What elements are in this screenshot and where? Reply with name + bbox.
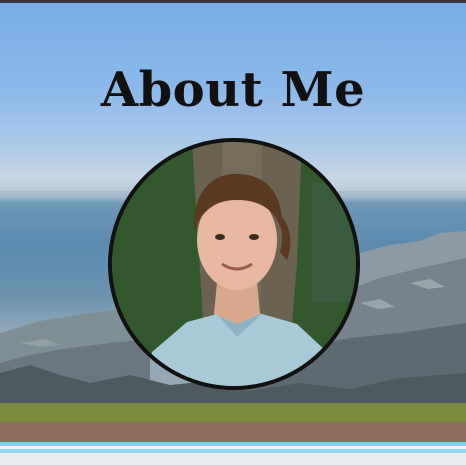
page-title: About Me bbox=[100, 62, 366, 118]
about-page: About Me bbox=[0, 0, 466, 465]
profile-avatar bbox=[108, 138, 360, 390]
portrait-image bbox=[112, 142, 356, 386]
footer-band-light bbox=[0, 453, 466, 465]
footer-band-brown bbox=[0, 422, 466, 442]
footer-band-green bbox=[0, 403, 466, 422]
